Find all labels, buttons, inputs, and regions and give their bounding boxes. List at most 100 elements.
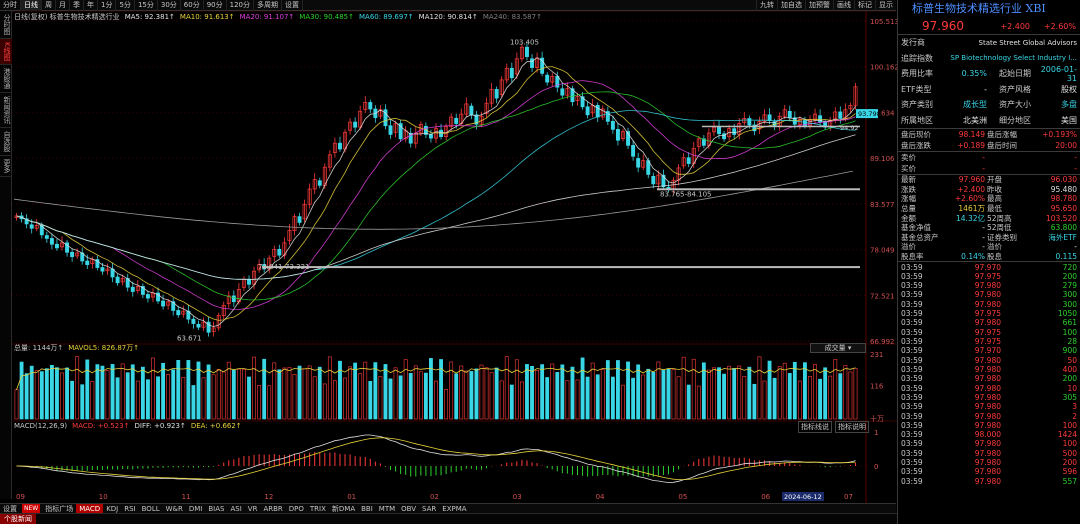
price-axis-label: 66.992 — [870, 338, 895, 346]
tick-row: 03:59 97.980 200 — [898, 458, 1080, 467]
price-axis-label: 105.513 — [870, 18, 897, 26]
sidebar-tab-5[interactable]: 更多 — [0, 156, 12, 177]
ma240-line — [13, 170, 853, 230]
indicator-tab-11[interactable]: VR — [245, 504, 261, 514]
period-tab-4[interactable]: 季 — [70, 0, 84, 11]
period-tab-1[interactable]: 日线 — [21, 0, 42, 11]
period-tab-11[interactable]: 90分 — [204, 0, 227, 11]
candle-body — [747, 118, 752, 126]
volume-bar — [499, 380, 504, 420]
volume-bar — [575, 379, 580, 420]
sidebar-tab-0[interactable]: 分时图 — [0, 11, 12, 39]
period-tab-14[interactable]: 设置 — [282, 0, 303, 11]
period-tab-8[interactable]: 15分 — [135, 0, 158, 11]
indicator-tab-2[interactable]: 指标广场 — [42, 504, 76, 514]
indicator-line-button[interactable]: 指标线说 — [798, 421, 832, 433]
volume-bar — [231, 369, 236, 420]
sidebar-tab-4[interactable]: 自选股 — [0, 128, 12, 156]
indicator-tab-12[interactable]: ARBR — [260, 504, 285, 514]
volume-bar — [105, 370, 110, 420]
indicator-tab-13[interactable]: DPO — [286, 504, 307, 514]
tick-time: 03:59 — [901, 364, 923, 374]
toolbar-right: 九转 加自选 加预警 画线 标记 显示 — [756, 0, 896, 11]
period-tab-10[interactable]: 60分 — [181, 0, 204, 11]
indicator-tab-7[interactable]: W&R — [163, 504, 186, 514]
indicator-tab-15[interactable]: 新DMA — [329, 504, 358, 514]
volume-bar — [661, 370, 666, 420]
tick-time: 03:59 — [901, 355, 923, 365]
tick-price: 97.980 — [974, 392, 1001, 402]
period-tab-12[interactable]: 120分 — [227, 0, 254, 11]
price-axis-label: 83.577 — [870, 201, 895, 209]
volume-bar — [504, 356, 509, 420]
indicator-tab-8[interactable]: DMI — [186, 504, 206, 514]
indicator-tab-18[interactable]: OBV — [398, 504, 419, 514]
indicator-tab-0[interactable]: 设置 — [0, 504, 20, 514]
macd-axis-label: 1 — [874, 429, 878, 437]
volume-bar — [34, 370, 39, 420]
candle-body — [85, 260, 90, 265]
info-key: 发行商 — [901, 38, 925, 48]
indicator-tab-17[interactable]: MTM — [376, 504, 398, 514]
volume-bar — [762, 380, 767, 420]
tick-price: 97.980 — [974, 458, 1001, 468]
candle-body — [231, 295, 236, 303]
volume-bar — [85, 359, 90, 420]
indicator-tab-4[interactable]: KDJ — [103, 504, 121, 514]
period-tab-7[interactable]: 5分 — [116, 0, 135, 11]
volume-bar — [580, 357, 585, 420]
period-tab-5[interactable]: 年 — [84, 0, 98, 11]
price-axis-label: 100.162 — [870, 64, 897, 72]
volume-bar — [717, 367, 721, 420]
tick-row: 03:59 97.980 400 — [898, 365, 1080, 374]
indicator-tab-3[interactable]: MACD — [76, 503, 104, 514]
volume-bar — [221, 371, 226, 420]
indicator-tab-16[interactable]: BBI — [358, 504, 376, 514]
volume-indicator-dropdown[interactable]: 成交量 ▾ — [810, 343, 866, 353]
indicator-tab-14[interactable]: TRIX — [307, 504, 329, 514]
quote-stat-row: 股息率 0.14% 股息 0.115 — [898, 252, 1080, 262]
toolbar-action-2[interactable]: 加预警 — [805, 0, 833, 11]
tick-volume: 200 — [1062, 458, 1077, 468]
period-tab-0[interactable]: 分时 — [0, 0, 21, 11]
volume-bar — [681, 356, 686, 420]
toolbar-action-5[interactable]: 显示 — [875, 0, 896, 11]
tick-volume: 500 — [1062, 448, 1077, 458]
volume-bar — [722, 373, 726, 420]
period-tab-2[interactable]: 周 — [42, 0, 56, 11]
stat-value: - — [982, 153, 985, 162]
volume-bar — [696, 385, 701, 420]
indicator-tab-10[interactable]: ASI — [227, 504, 244, 514]
indicator-tab-1[interactable]: NEW — [22, 503, 41, 514]
sidebar-tab-3[interactable]: 新闻资讯 — [0, 93, 12, 128]
toolbar-action-3[interactable]: 画线 — [833, 0, 854, 11]
toolbar-action-4[interactable]: 标记 — [854, 0, 875, 11]
indicator-tab-9[interactable]: BIAS — [205, 504, 227, 514]
indicator-tab-20[interactable]: EXPMA — [439, 504, 469, 514]
tick-row: 03:59 97.975 200 — [898, 272, 1080, 281]
toolbar-action-0[interactable]: 九转 — [756, 0, 777, 11]
period-tab-13[interactable]: 多周期 — [254, 0, 282, 11]
sidebar-tab-2[interactable]: 港股通 — [0, 65, 12, 93]
toolbar-action-1[interactable]: 加自选 — [777, 0, 805, 11]
volume-bar — [383, 364, 388, 420]
info-key: ETF类型 — [901, 84, 932, 94]
tick-list[interactable]: 03:59 97.970 720 03:59 97.975 200 03:59 97.980 2… — [898, 262, 1080, 486]
period-tab-6[interactable]: 1分 — [98, 0, 117, 11]
volume-bar — [146, 379, 150, 420]
volume-bar — [140, 366, 145, 420]
sidebar-tab-1[interactable]: K线图 — [0, 39, 12, 65]
period-tab-3[interactable]: 月 — [56, 0, 70, 11]
candle-body — [196, 323, 201, 328]
indicator-help-button[interactable]: 指标说明 — [835, 421, 869, 433]
indicator-tab-5[interactable]: RSI — [121, 504, 138, 514]
tick-time: 03:59 — [901, 327, 923, 337]
tick-time: 03:59 — [901, 476, 923, 486]
macd-axis-label: 0 — [874, 463, 878, 471]
volume-bar — [621, 384, 625, 420]
volume-bar — [272, 362, 277, 420]
stock-news-tab[interactable]: 个股新闻 — [0, 514, 36, 524]
indicator-tab-19[interactable]: SAR — [419, 504, 439, 514]
indicator-tab-6[interactable]: BOLL — [139, 504, 163, 514]
period-tab-9[interactable]: 30分 — [158, 0, 181, 11]
